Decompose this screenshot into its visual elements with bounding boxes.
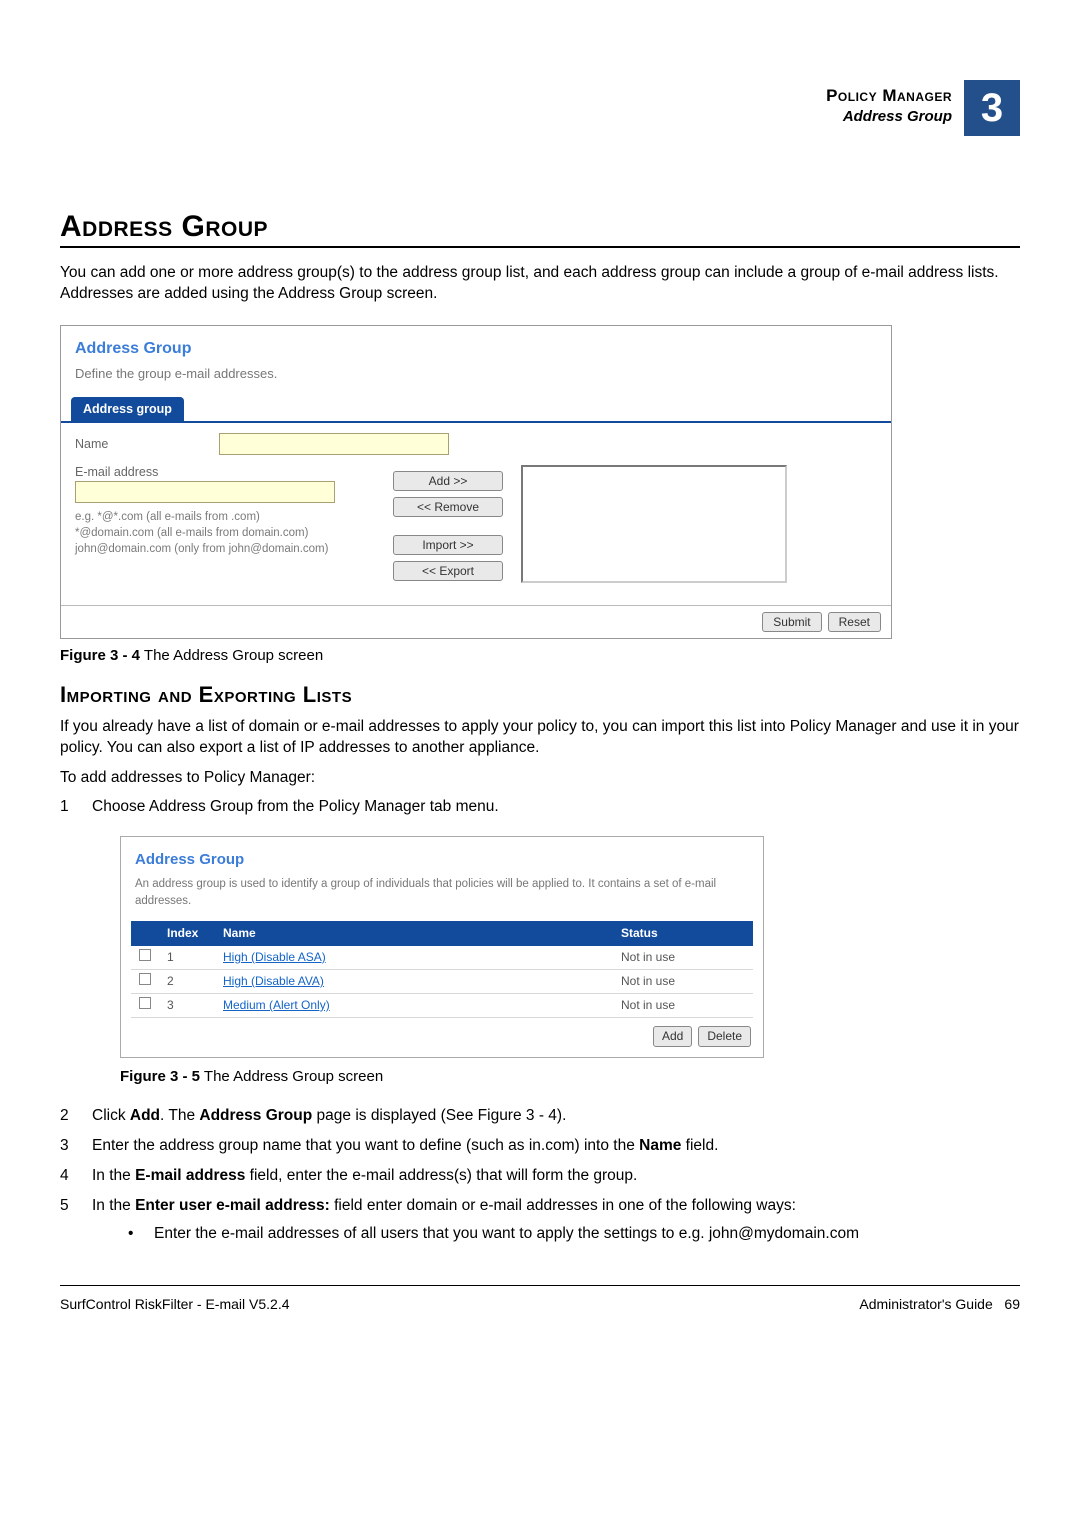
to-add-paragraph: To add addresses to Policy Manager:	[60, 767, 1020, 788]
footer-right: Administrator's Guide 69	[859, 1296, 1020, 1312]
panel-description: Define the group e-mail addresses.	[61, 366, 891, 397]
email-address-label: E-mail address	[75, 465, 375, 479]
step-3: 3 Enter the address group name that you …	[60, 1135, 1020, 1157]
figure-3-5-caption: Figure 3 - 5 The Address Group screen	[120, 1066, 1020, 1087]
import-button[interactable]: Import >>	[393, 535, 503, 555]
section-heading-import-export: Importing and Exporting Lists	[60, 682, 1020, 708]
list-add-button[interactable]: Add	[653, 1026, 692, 1047]
table-row: 3 Medium (Alert Only) Not in use	[131, 993, 753, 1017]
figure-3-4-screenshot: Address Group Define the group e-mail ad…	[60, 325, 892, 639]
import-export-paragraph: If you already have a list of domain or …	[60, 716, 1020, 759]
group-link[interactable]: High (Disable ASA)	[223, 950, 326, 964]
page-title: Address Group	[60, 210, 1020, 244]
step-2: 2 Click Add. The Address Group page is d…	[60, 1105, 1020, 1127]
col-name: Name	[215, 921, 613, 946]
chapter-number-badge: 3	[964, 80, 1020, 136]
step-1: 1Choose Address Group from the Policy Ma…	[60, 796, 1020, 1087]
reset-button[interactable]: Reset	[828, 612, 881, 632]
remove-button[interactable]: << Remove	[393, 497, 503, 517]
address-listbox[interactable]	[521, 465, 787, 583]
group-link[interactable]: High (Disable AVA)	[223, 974, 324, 988]
email-address-input[interactable]	[75, 481, 335, 503]
row-checkbox[interactable]	[139, 997, 151, 1009]
col-status: Status	[613, 921, 753, 946]
hint-line-1: e.g. *@*.com (all e-mails from .com)	[75, 509, 375, 525]
panel2-description: An address group is used to identify a g…	[121, 876, 763, 921]
row-checkbox[interactable]	[139, 949, 151, 961]
step-4: 4 In the E-mail address field, enter the…	[60, 1165, 1020, 1187]
export-button[interactable]: << Export	[393, 561, 503, 581]
running-header: Policy Manager Address Group 3	[820, 80, 1020, 136]
panel2-title: Address Group	[121, 837, 763, 876]
figure-3-5-screenshot: Address Group An address group is used t…	[120, 836, 764, 1058]
submit-button[interactable]: Submit	[762, 612, 821, 632]
list-delete-button[interactable]: Delete	[698, 1026, 751, 1047]
step-5: 5 In the Enter user e-mail address: fiel…	[60, 1195, 1020, 1245]
panel-title: Address Group	[61, 326, 891, 366]
group-link[interactable]: Medium (Alert Only)	[223, 998, 330, 1012]
hint-line-3: john@domain.com (only from john@domain.c…	[75, 541, 375, 557]
figure-3-4-caption: Figure 3 - 4 The Address Group screen	[60, 647, 1020, 664]
step-5-bullet: Enter the e-mail addresses of all users …	[128, 1223, 1020, 1245]
name-input[interactable]	[219, 433, 449, 455]
add-button[interactable]: Add >>	[393, 471, 503, 491]
runhead-chapter-title: Policy Manager	[826, 86, 952, 106]
title-rule	[60, 246, 1020, 248]
hint-line-2: *@domain.com (all e-mails from domain.co…	[75, 525, 375, 541]
row-checkbox[interactable]	[139, 973, 151, 985]
table-row: 2 High (Disable AVA) Not in use	[131, 969, 753, 993]
address-group-tab[interactable]: Address group	[71, 397, 184, 421]
footer-rule	[60, 1285, 1020, 1286]
name-label: Name	[75, 437, 205, 451]
col-index: Index	[159, 921, 215, 946]
table-row: 1 High (Disable ASA) Not in use	[131, 946, 753, 970]
footer-product: SurfControl RiskFilter - E-mail V5.2.4	[60, 1296, 290, 1312]
intro-paragraph: You can add one or more address group(s)…	[60, 262, 1020, 305]
runhead-section-title: Address Group	[826, 108, 952, 125]
page-number: 69	[1004, 1296, 1020, 1312]
